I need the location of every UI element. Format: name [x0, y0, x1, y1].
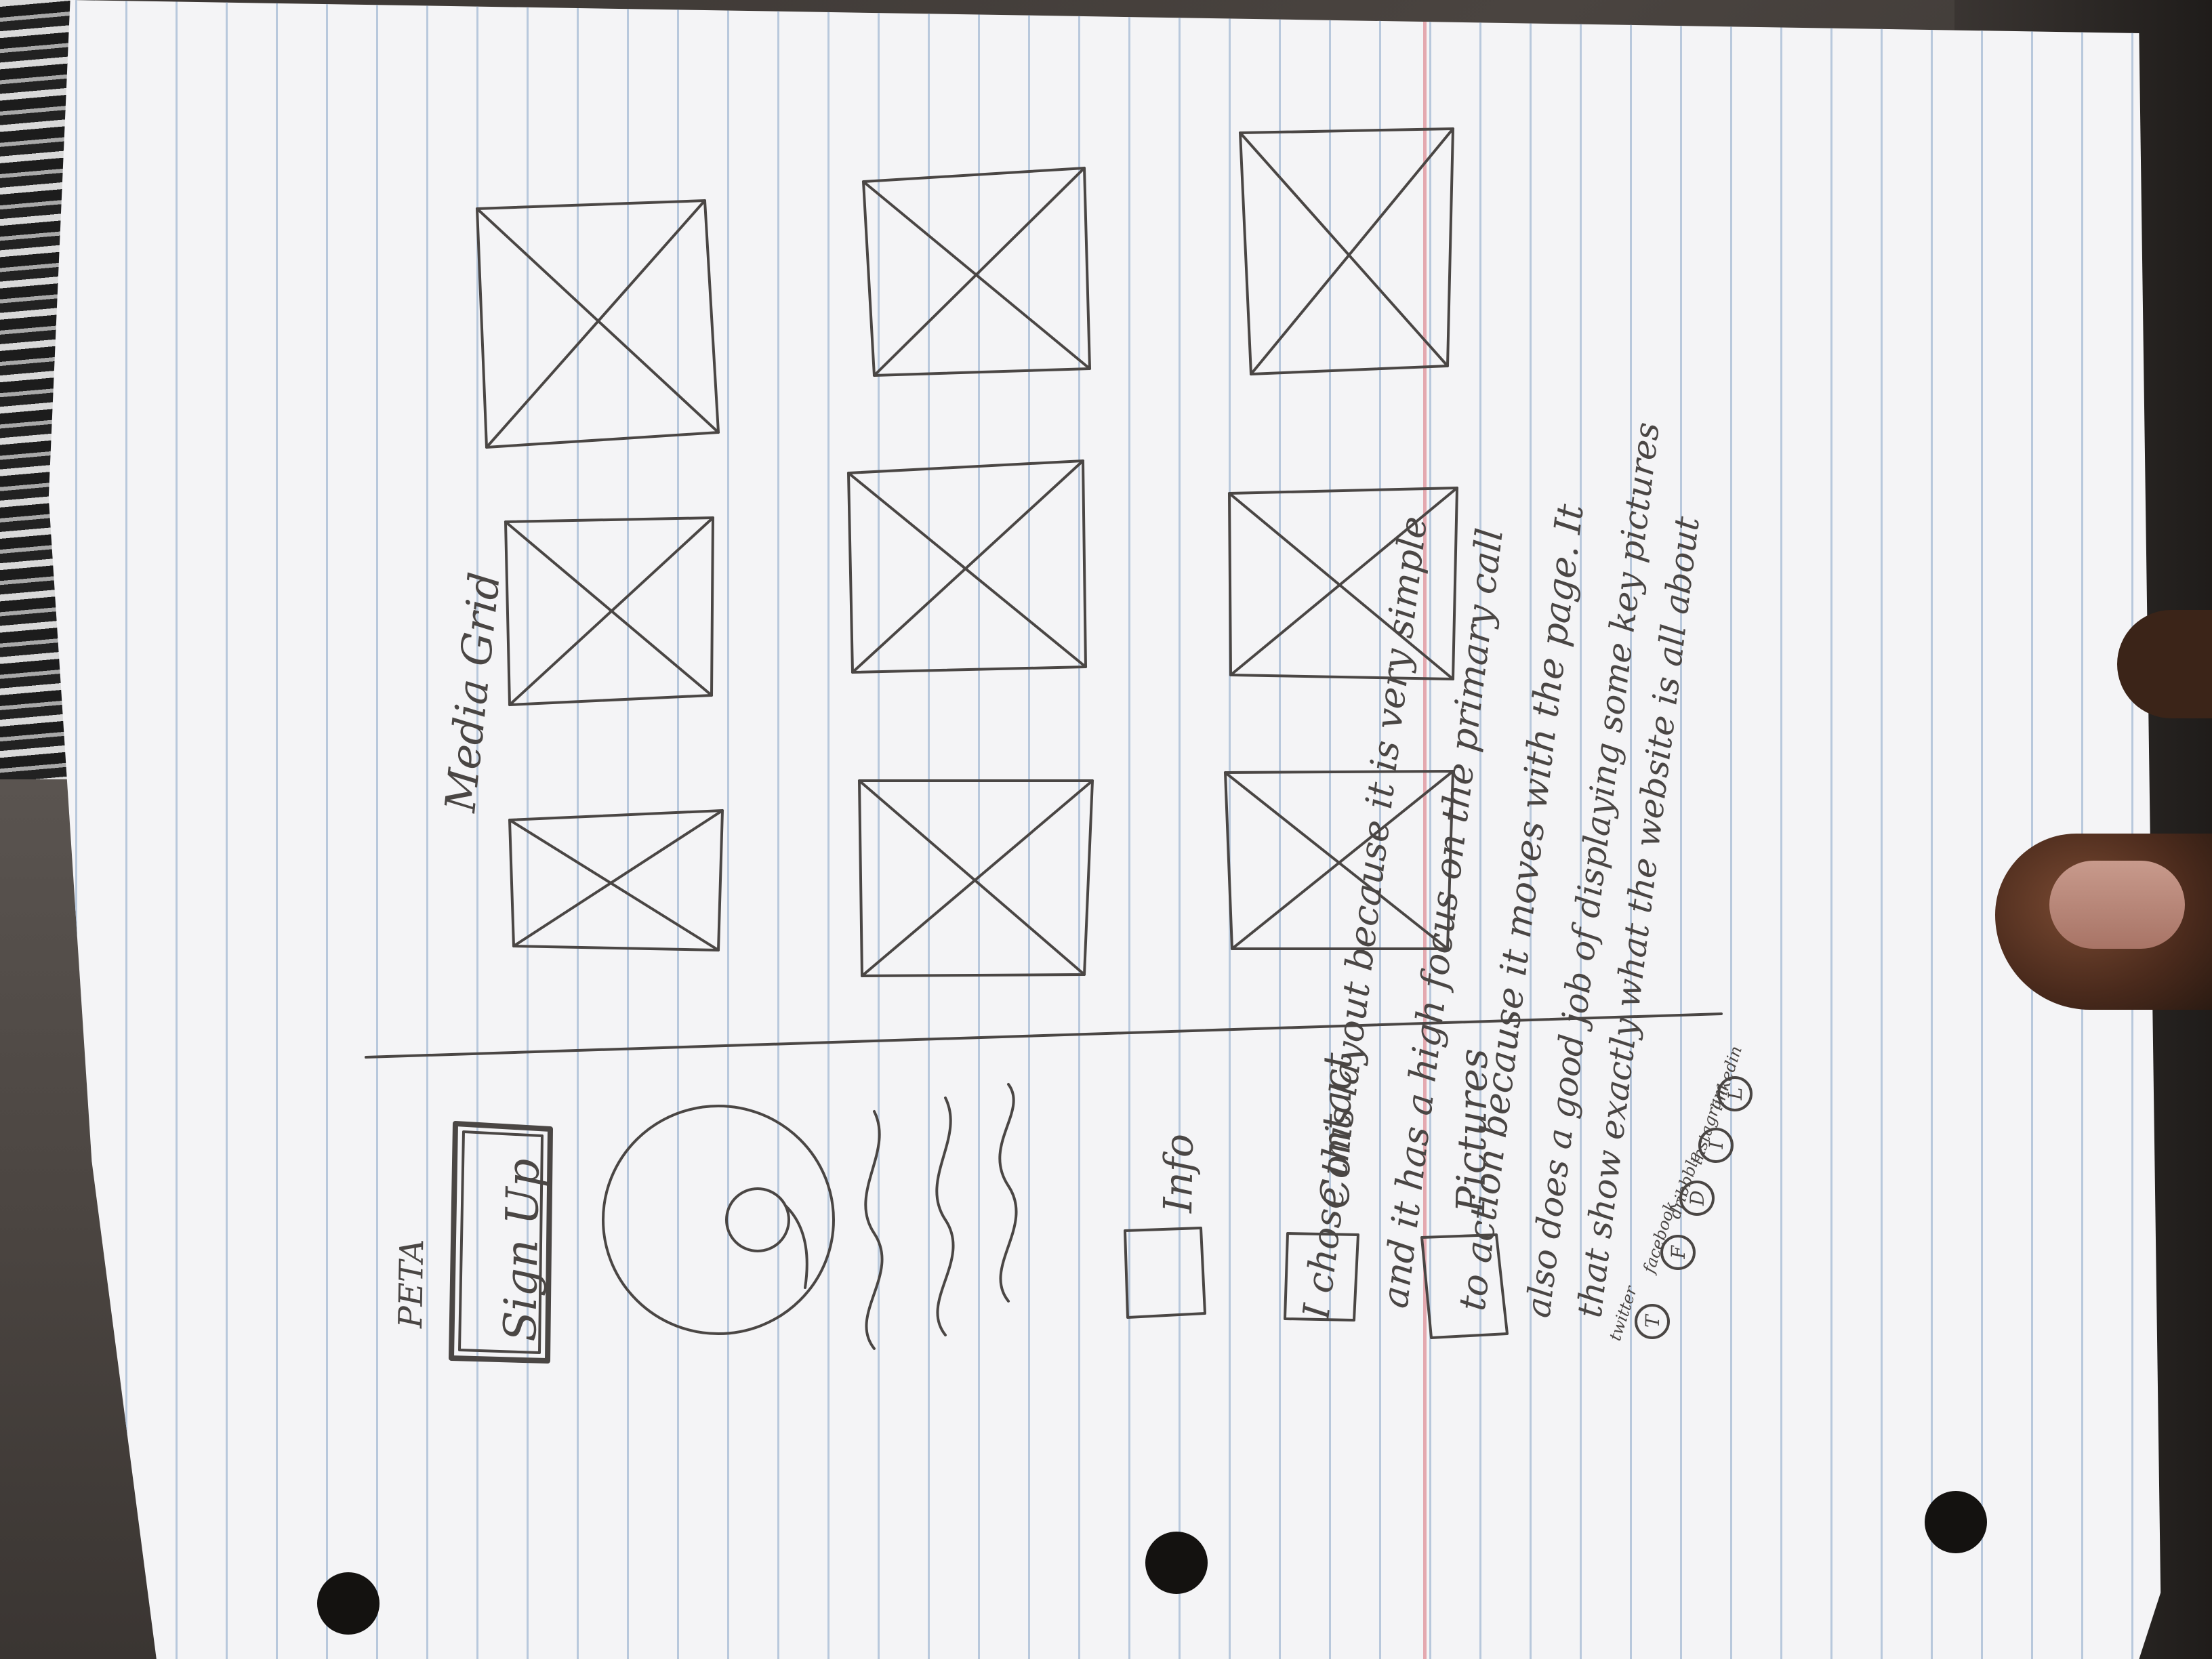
body-text-placeholder [864, 1083, 1018, 1350]
svg-text:D: D [1686, 1190, 1708, 1206]
social-icons: T F D I L [1635, 1076, 1753, 1339]
media-placeholder-5 [847, 459, 1087, 674]
media-placeholder-2 [862, 167, 1091, 377]
media-placeholder-1 [476, 199, 720, 449]
info-checkbox-icon [1124, 1227, 1206, 1319]
media-placeholder-9 [1224, 770, 1454, 950]
media-grid-heading: Media Grid [435, 570, 510, 815]
signup-label: Sign Up [494, 1158, 550, 1342]
brand-label: PETA [392, 1239, 431, 1329]
nav-label-info: Info [1155, 1133, 1202, 1214]
svg-text:I: I [1705, 1141, 1727, 1150]
svg-text:L: L [1724, 1087, 1746, 1101]
wireframe-sketch: PETA Sign Up Info Contact Pictures twitt… [365, 127, 1753, 1364]
media-placeholder-3 [1239, 127, 1454, 375]
media-placeholder-7 [508, 809, 724, 951]
media-grid [476, 127, 1458, 977]
svg-text:T: T [1641, 1313, 1664, 1328]
media-placeholder-4 [504, 516, 714, 706]
logo-icon [602, 1105, 835, 1335]
signup-button: Sign Up [449, 1121, 553, 1364]
media-placeholder-8 [858, 779, 1094, 977]
nav-item-info: Info [1124, 1133, 1206, 1319]
svg-text:F: F [1667, 1244, 1689, 1260]
photo-scene: PETA Sign Up Info Contact Pictures twitt… [0, 0, 2212, 1659]
